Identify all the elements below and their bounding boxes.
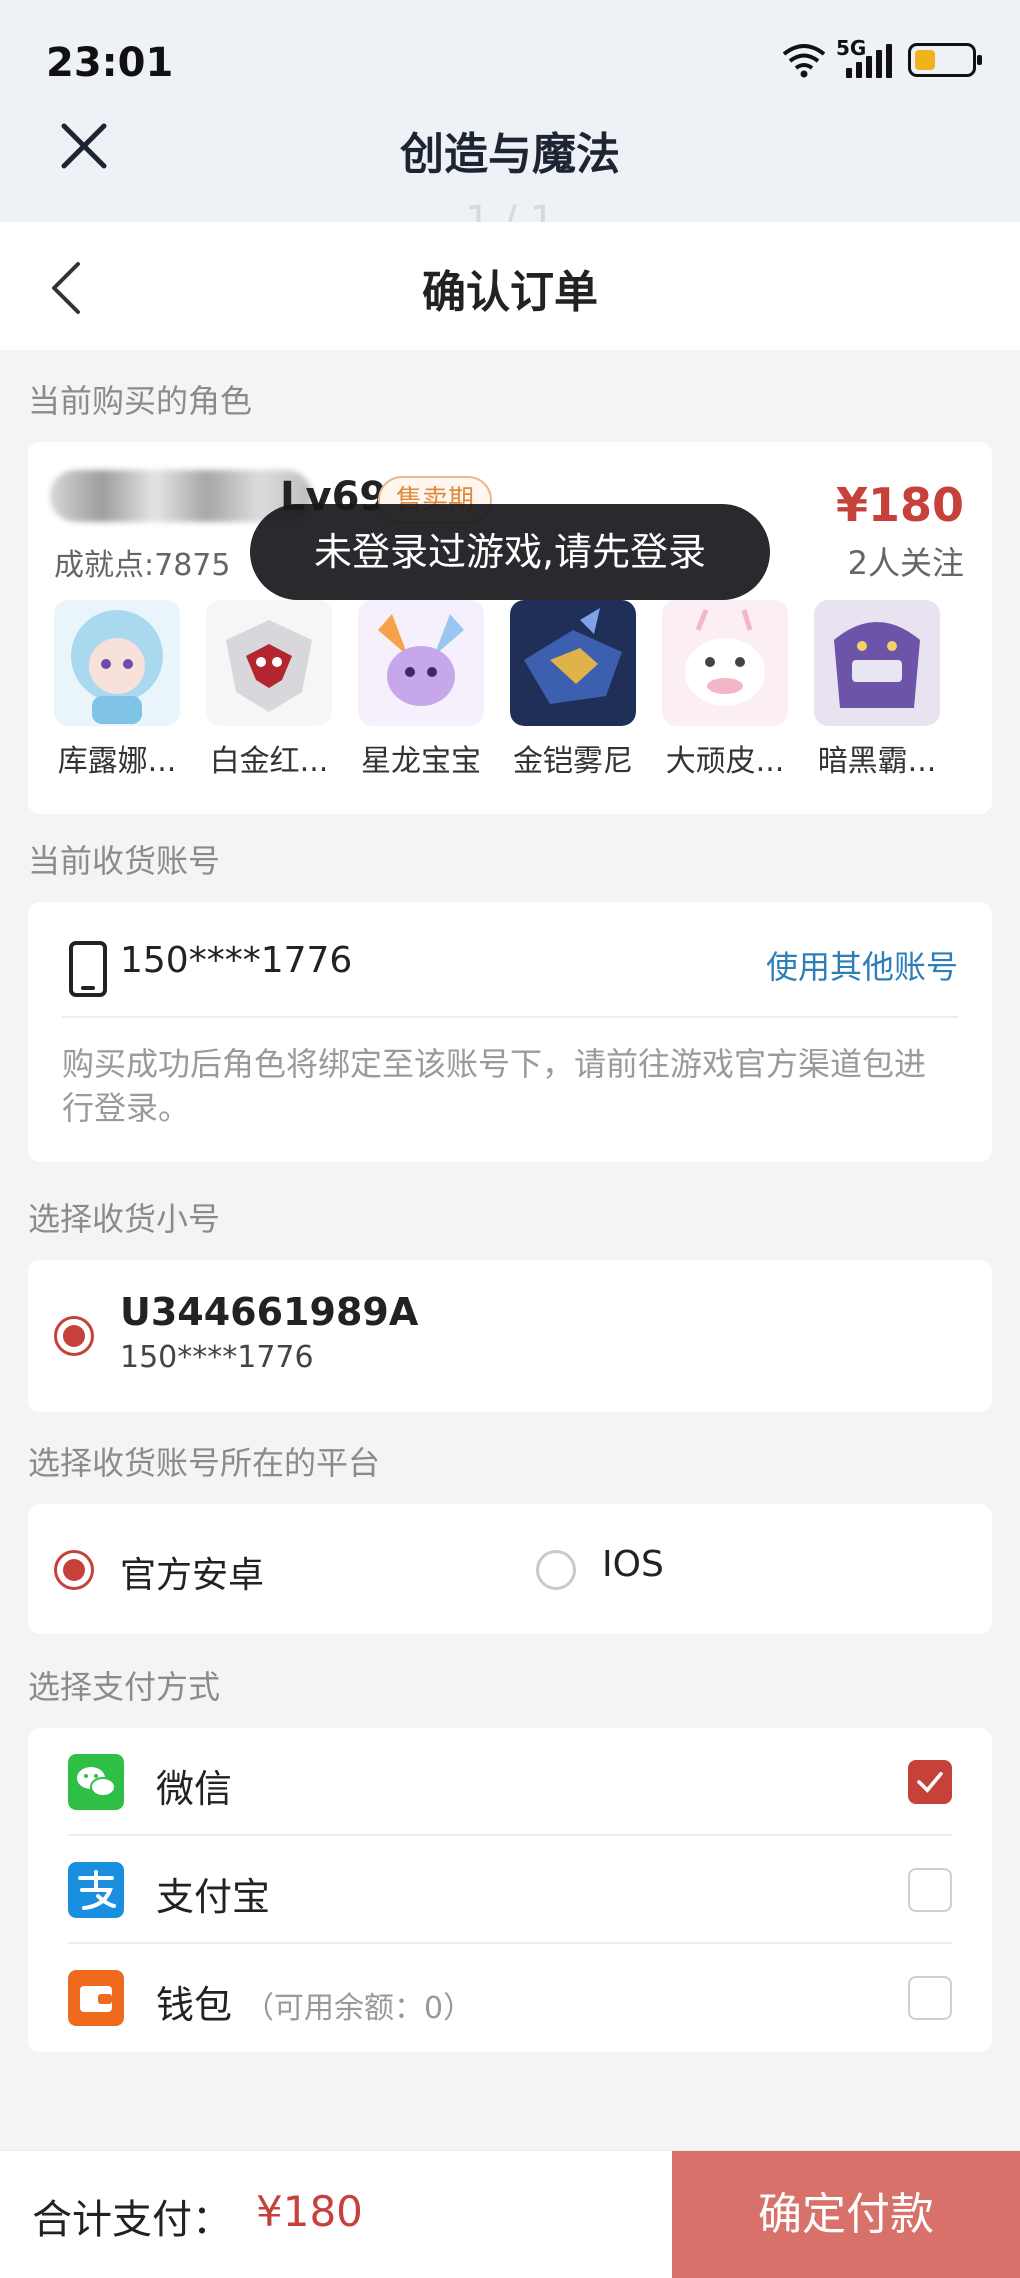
payment-label: 支付宝 bbox=[156, 1875, 271, 1919]
checkbox-checked[interactable] bbox=[908, 1760, 952, 1804]
platform-card: 官方安卓 IOS bbox=[28, 1504, 992, 1634]
account-number: 150****1776 bbox=[120, 940, 353, 981]
pet-kuluna-icon bbox=[54, 600, 180, 726]
pet-item[interactable]: 星龙宝宝 bbox=[358, 600, 484, 780]
payment-option-wechat[interactable]: 微信 bbox=[68, 1728, 952, 1836]
achievement-points: 成就点:7875 bbox=[54, 548, 231, 583]
wechat-icon bbox=[68, 1754, 124, 1810]
sub-account-id: U344661989A bbox=[120, 1290, 419, 1334]
payment-card: 微信 支付宝 钱包 （可用余额：0） bbox=[28, 1728, 992, 2052]
pet-big-naughty-icon bbox=[662, 600, 788, 726]
pet-name: 大顽皮... bbox=[665, 744, 785, 779]
pet-platinum-red-icon bbox=[206, 600, 332, 726]
pet-item[interactable]: 暗黑霸... bbox=[814, 600, 940, 780]
page-title: 确认订单 bbox=[422, 267, 598, 318]
pet-name: 白金红... bbox=[209, 744, 329, 779]
pet-dark-overlord-icon bbox=[814, 600, 940, 726]
pet-name: 星龙宝宝 bbox=[361, 744, 481, 779]
wallet-icon bbox=[68, 1970, 124, 2026]
wallet-balance: （可用余额：0） bbox=[244, 1991, 474, 2026]
use-other-account-link[interactable]: 使用其他账号 bbox=[766, 942, 958, 988]
sub-account-option[interactable]: U344661989A 150****1776 bbox=[28, 1260, 992, 1412]
pet-item[interactable]: 库露娜... bbox=[54, 600, 180, 780]
toast-message: 未登录过游戏,请先登录 bbox=[250, 504, 770, 600]
follower-count: 2人关注 bbox=[847, 544, 964, 582]
wifi-icon bbox=[782, 44, 826, 78]
pet-item[interactable]: 大顽皮... bbox=[662, 600, 788, 780]
cellular-signal-icon: 5G bbox=[836, 36, 892, 78]
sub-account-phone: 150****1776 bbox=[120, 1340, 314, 1375]
account-card: 150****1776 使用其他账号 购买成功后角色将绑定至该账号下，请前往游戏… bbox=[28, 902, 992, 1162]
pet-gold-armor-icon bbox=[510, 600, 636, 726]
section-label-platform: 选择收货账号所在的平台 bbox=[28, 1444, 381, 1482]
bottom-bar: 合计支付： ¥180 确定付款 bbox=[0, 2150, 1020, 2278]
section-label-account: 当前收货账号 bbox=[28, 842, 221, 880]
divider bbox=[62, 1016, 958, 1018]
checkmark-icon bbox=[917, 1772, 943, 1793]
platform-ios-label[interactable]: IOS bbox=[602, 1544, 664, 1585]
total-label: 合计支付： bbox=[32, 2197, 232, 2243]
payment-label: 微信 bbox=[156, 1767, 233, 1811]
network-type: 5G bbox=[836, 36, 867, 60]
pet-item[interactable]: 金铠雾尼 bbox=[510, 600, 636, 780]
pet-star-dragon-icon bbox=[358, 600, 484, 726]
section-label-sub-account: 选择收货小号 bbox=[28, 1200, 221, 1238]
radio-selected[interactable] bbox=[54, 1316, 94, 1356]
phone-icon bbox=[69, 941, 107, 997]
status-icons: 5G bbox=[780, 36, 982, 78]
platform-android-label[interactable]: 官方安卓 bbox=[120, 1546, 264, 1598]
pet-name: 金铠雾尼 bbox=[513, 744, 633, 779]
pet-list: 库露娜... 白金红... 星龙宝宝 金铠雾尼 大顽皮... 暗黑霸... bbox=[54, 600, 994, 780]
section-label-role: 当前购买的角色 bbox=[28, 382, 253, 420]
payment-label: 钱包 （可用余额：0） bbox=[156, 1974, 473, 2029]
payment-option-alipay[interactable]: 支付宝 bbox=[68, 1836, 952, 1944]
app-header bbox=[0, 0, 1020, 222]
app-title: 创造与魔法 bbox=[400, 129, 620, 180]
battery-icon bbox=[908, 43, 982, 77]
payment-option-wallet[interactable]: 钱包 （可用余额：0） bbox=[68, 1944, 952, 2052]
section-label-payment: 选择支付方式 bbox=[28, 1668, 221, 1706]
confirm-payment-button[interactable]: 确定付款 bbox=[672, 2151, 1020, 2278]
pet-name: 暗黑霸... bbox=[817, 744, 937, 779]
platform-android-radio[interactable] bbox=[54, 1550, 94, 1590]
platform-ios-radio[interactable] bbox=[536, 1550, 576, 1590]
checkbox-unchecked[interactable] bbox=[908, 1976, 952, 2020]
role-price: ¥180 bbox=[835, 478, 964, 532]
total-amount: ¥180 bbox=[256, 2187, 363, 2236]
pet-name: 库露娜... bbox=[57, 744, 177, 779]
checkbox-unchecked[interactable] bbox=[908, 1868, 952, 1912]
account-note: 购买成功后角色将绑定至该账号下，请前往游戏官方渠道包进行登录。 bbox=[62, 1045, 927, 1127]
status-time: 23:01 bbox=[46, 40, 174, 86]
nav-bar: 确认订单 bbox=[0, 222, 1020, 350]
role-card[interactable]: Lv69 售卖期 成就点:7875 ¥180 2人关注 库露娜... 白金红..… bbox=[28, 442, 992, 814]
pet-item[interactable]: 白金红... bbox=[206, 600, 332, 780]
alipay-icon bbox=[68, 1862, 124, 1918]
wallet-label: 钱包 bbox=[156, 1983, 233, 2027]
